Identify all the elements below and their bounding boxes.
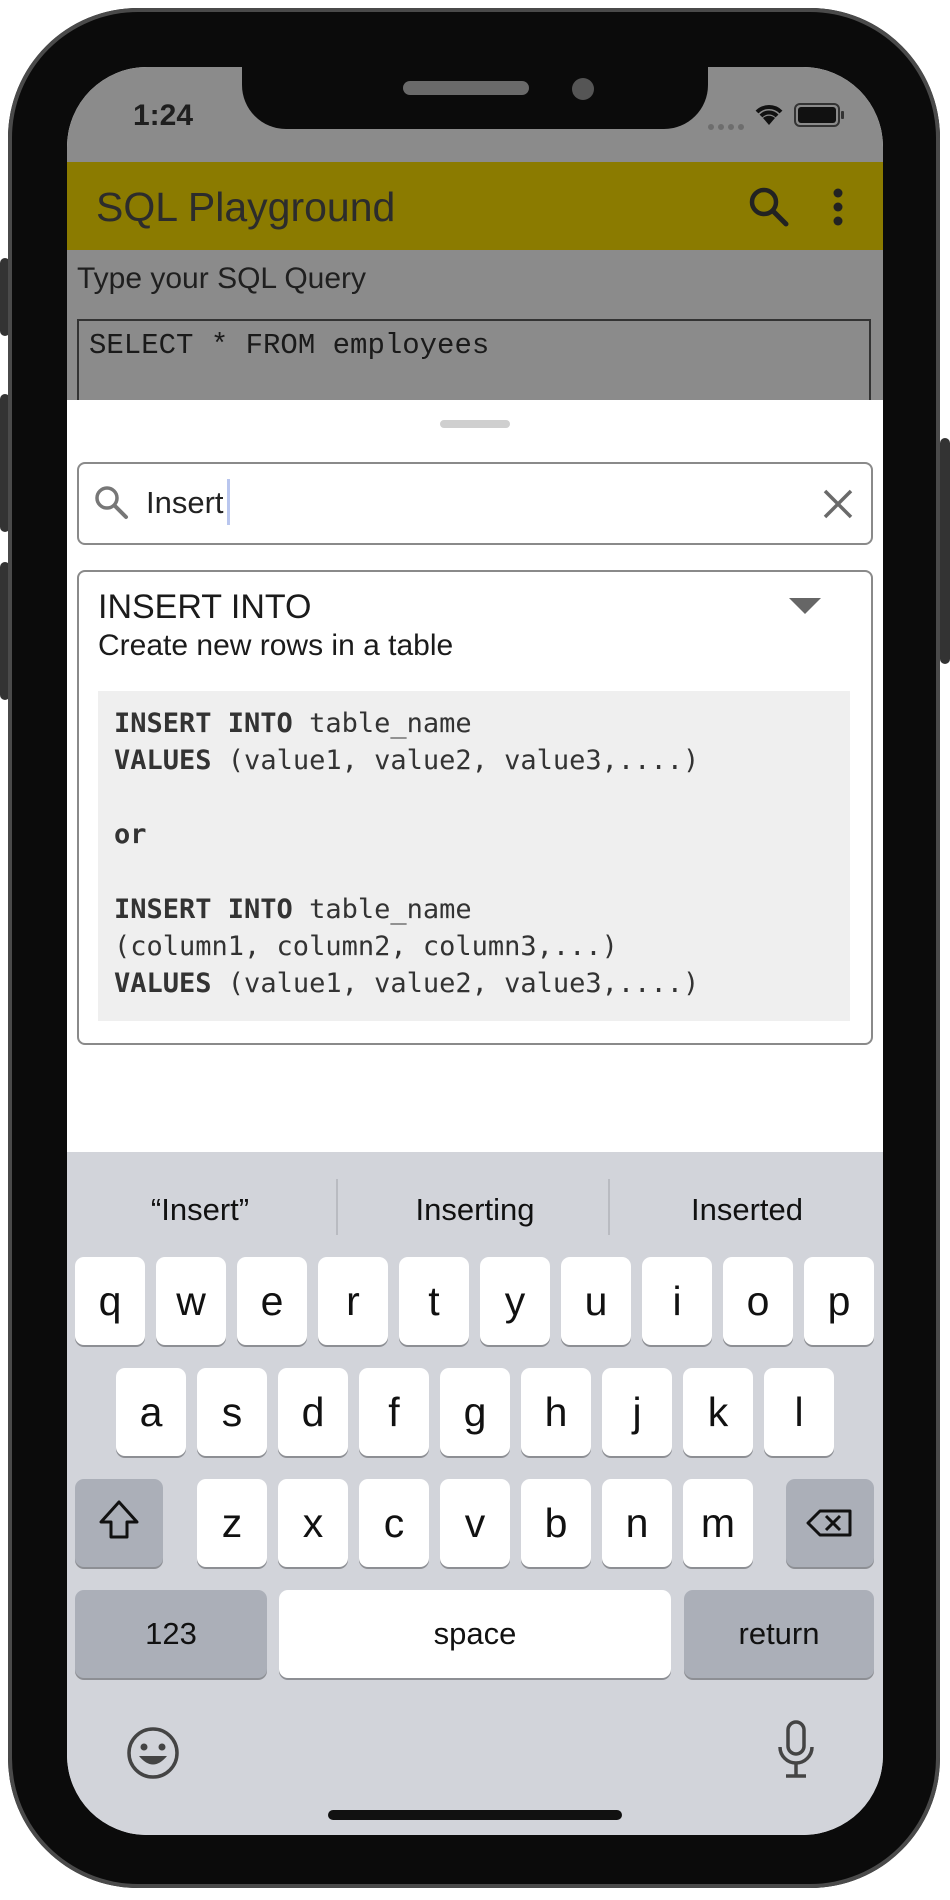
query-text: SELECT * FROM employees	[89, 329, 490, 362]
emoji-icon[interactable]	[125, 1725, 181, 1786]
key-b[interactable]: b	[521, 1479, 591, 1567]
suggestion-item[interactable]: Inserted	[612, 1192, 882, 1228]
key-y[interactable]: y	[480, 1257, 550, 1345]
signal-icon	[707, 117, 747, 136]
code-line: INSERT INTO table_name	[114, 708, 472, 739]
key-t[interactable]: t	[399, 1257, 469, 1345]
microphone-icon[interactable]	[774, 1719, 818, 1786]
search-icon[interactable]	[747, 185, 791, 234]
suggestion-item[interactable]: Inserting	[340, 1192, 610, 1228]
key-k[interactable]: k	[683, 1368, 753, 1456]
key-d[interactable]: d	[278, 1368, 348, 1456]
key-l[interactable]: l	[764, 1368, 834, 1456]
delete-key[interactable]	[786, 1479, 874, 1567]
key-p[interactable]: p	[804, 1257, 874, 1345]
return-key[interactable]: return	[684, 1590, 874, 1678]
code-line: VALUES (value1, value2, value3,....)	[114, 968, 700, 999]
suggestion-divider	[608, 1179, 610, 1235]
numbers-key[interactable]: 123	[75, 1590, 267, 1678]
key-i[interactable]: i	[642, 1257, 712, 1345]
snippet-title: INSERT INTO	[98, 588, 312, 626]
status-time: 1:24	[133, 99, 194, 132]
triangle-down-icon[interactable]	[789, 598, 821, 614]
code-line: INSERT INTO table_name	[114, 894, 472, 925]
key-w[interactable]: w	[156, 1257, 226, 1345]
phone-screen: 1:24 SQL Playground Type your SQL Query …	[67, 67, 883, 1835]
query-prompt-label: Type your SQL Query	[77, 262, 367, 295]
snippet-description: Create new rows in a table	[98, 629, 454, 662]
close-icon[interactable]	[822, 488, 854, 525]
battery-icon	[794, 103, 846, 132]
suggestion-item[interactable]: “Insert”	[67, 1192, 335, 1228]
key-o[interactable]: o	[723, 1257, 793, 1345]
home-indicator[interactable]	[328, 1810, 622, 1820]
shift-key[interactable]	[75, 1479, 163, 1567]
code-line: or	[114, 819, 147, 850]
suggestion-divider	[336, 1179, 338, 1235]
code-line: VALUES (value1, value2, value3,....)	[114, 745, 700, 776]
front-camera	[572, 78, 594, 100]
notch	[242, 67, 708, 129]
text-caret	[227, 479, 230, 525]
key-q[interactable]: q	[75, 1257, 145, 1345]
key-v[interactable]: v	[440, 1479, 510, 1567]
power-button	[940, 438, 950, 664]
backspace-icon	[806, 1509, 852, 1537]
sheet-drag-handle[interactable]	[440, 420, 510, 428]
key-j[interactable]: j	[602, 1368, 672, 1456]
space-key[interactable]: space	[279, 1590, 671, 1678]
speaker	[403, 81, 529, 95]
snippet-search-value: Insert	[146, 485, 224, 520]
key-r[interactable]: r	[318, 1257, 388, 1345]
key-g[interactable]: g	[440, 1368, 510, 1456]
code-line: (column1, column2, column3,...)	[114, 931, 618, 962]
key-f[interactable]: f	[359, 1368, 429, 1456]
search-icon	[93, 484, 129, 525]
key-n[interactable]: n	[602, 1479, 672, 1567]
key-z[interactable]: z	[197, 1479, 267, 1567]
app-title: SQL Playground	[96, 184, 396, 230]
key-e[interactable]: e	[237, 1257, 307, 1345]
key-c[interactable]: c	[359, 1479, 429, 1567]
shift-icon	[99, 1500, 139, 1539]
wifi-icon	[753, 101, 785, 132]
key-s[interactable]: s	[197, 1368, 267, 1456]
key-m[interactable]: m	[683, 1479, 753, 1567]
key-h[interactable]: h	[521, 1368, 591, 1456]
key-x[interactable]: x	[278, 1479, 348, 1567]
key-a[interactable]: a	[116, 1368, 186, 1456]
key-u[interactable]: u	[561, 1257, 631, 1345]
more-vert-icon[interactable]	[832, 185, 844, 234]
